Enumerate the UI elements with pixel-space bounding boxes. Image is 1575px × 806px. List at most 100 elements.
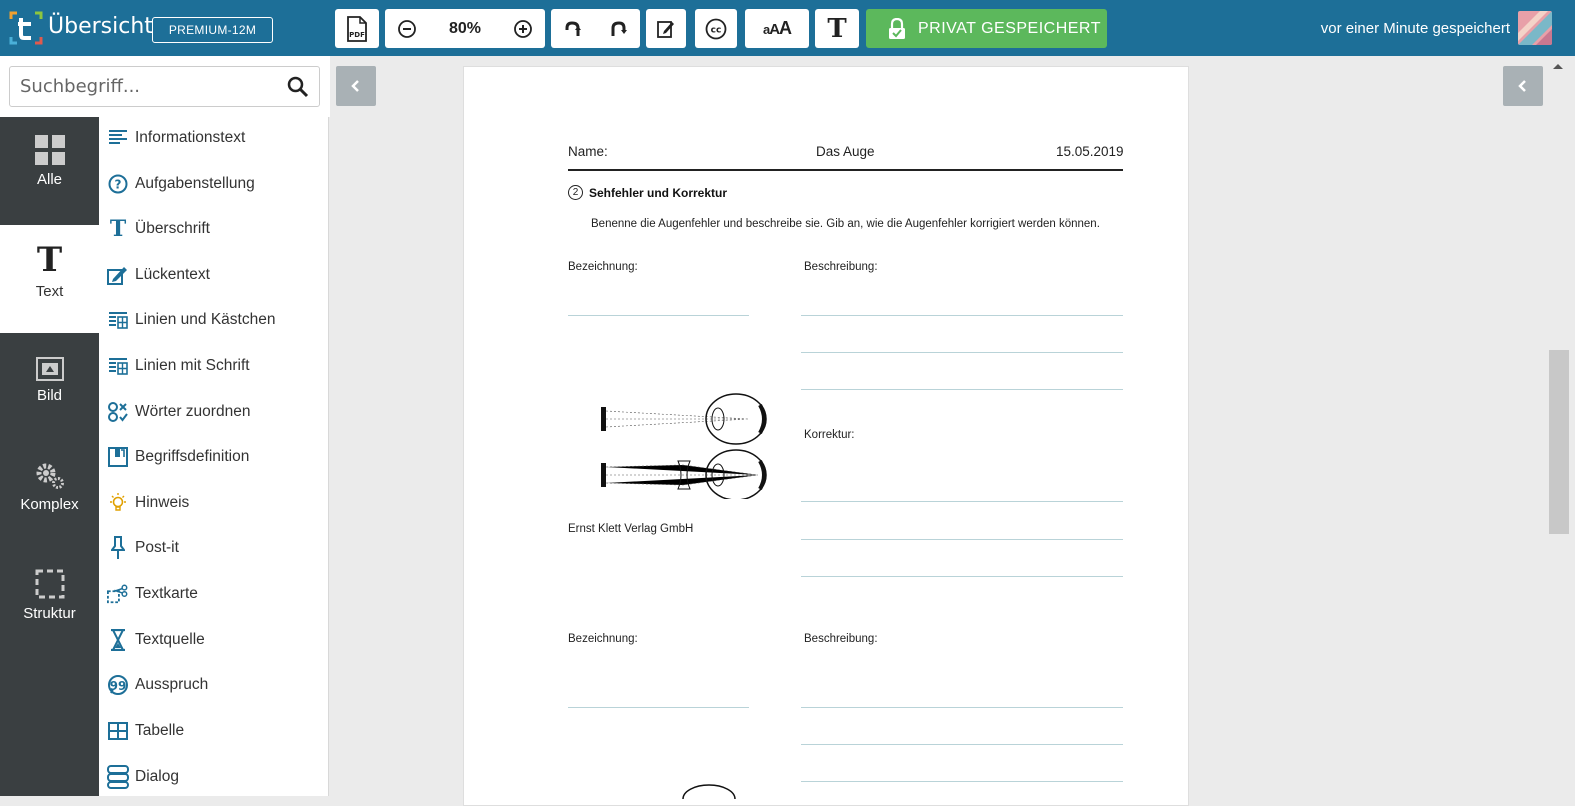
search-icon[interactable] [287,76,309,98]
top-bar: Übersicht PREMIUM-12M PDF 80% cc aAA T P… [0,0,1575,56]
edit-button[interactable] [646,9,686,48]
answer-line[interactable] [801,781,1123,782]
scroll-up-icon[interactable] [1552,62,1564,70]
answer-line[interactable] [568,315,749,316]
list-item-textquelle[interactable]: Textquelle [99,620,205,660]
table-icon [107,720,129,742]
worksheet-page: Name: Das Auge 15.05.2019 2 Sehfehler un… [463,66,1189,806]
list-item-textkarte[interactable]: Textkarte [99,574,198,614]
list-item-dialog[interactable]: Dialog [99,757,179,796]
answer-line[interactable] [801,576,1123,577]
list-item-label: Hinweis [135,494,190,511]
save-timestamp: vor einer Minute gespeichert [1320,20,1510,37]
list-item-label: Linien mit Schrift [135,357,250,374]
list-item-linien-mit-schrift[interactable]: Linien mit Schrift [99,346,250,386]
designation-label: Bezeichnung: [568,261,638,273]
image-icon [35,357,64,381]
undo-icon[interactable] [562,19,584,39]
cc-icon: cc [705,18,727,39]
collapse-right-button[interactable] [1503,66,1543,106]
definition-icon [107,446,129,468]
list-item-ausspruch[interactable]: 99 Ausspruch [99,665,208,705]
list-item-informationstext[interactable]: Informationstext [99,118,245,158]
list-item-label: Tabelle [135,722,185,739]
answer-line[interactable] [801,389,1123,390]
list-item-aufgabenstellung[interactable]: ? Aufgabenstellung [99,164,255,204]
list-item-label: Textquelle [135,631,205,648]
answer-line[interactable] [801,707,1123,708]
list-item-lueckentext[interactable]: Lückentext [99,255,210,295]
list-item-tabelle[interactable]: Tabelle [99,711,184,751]
list-item-label: Post-it [135,539,179,556]
list-item-woerter-zuordnen[interactable]: Wörter zuordnen [99,392,250,432]
worksheet-topic[interactable]: Das Auge [816,144,875,159]
element-list: Informationstext ? Aufgabenstellung T Üb… [99,117,329,796]
answer-line[interactable] [568,707,749,708]
pin-icon [107,536,129,559]
category-bild[interactable]: Bild [0,357,99,447]
category-text[interactable]: T Text [0,225,99,333]
svg-text:PDF: PDF [349,31,365,39]
search-panel [0,56,330,117]
worksheet-date[interactable]: 15.05.2019 [1056,144,1124,159]
list-item-label: Informationstext [135,129,246,146]
name-label[interactable]: Name: [568,144,608,159]
heading-icon: T [109,216,127,242]
task-title: Sehfehler und Korrektur [589,185,728,200]
category-label: Struktur [23,605,76,622]
pdf-button[interactable]: PDF [335,9,379,48]
answer-line[interactable] [801,539,1123,540]
designation-label: Bezeichnung: [568,633,638,645]
answer-line[interactable] [801,744,1123,745]
list-item-ueberschrift[interactable]: T Überschrift [99,209,210,249]
task-instruction[interactable]: Benenne die Augenfehler und beschreibe s… [591,218,1100,230]
font-size-button[interactable]: aAA [745,9,809,48]
scrollbar[interactable] [1548,56,1575,796]
scrollbar-thumb[interactable] [1549,350,1569,534]
chevron-left-icon [351,80,359,92]
text-icon: T [827,13,847,44]
redo-icon[interactable] [607,19,629,39]
description-label: Beschreibung: [804,261,878,273]
lock-icon [889,17,905,39]
zoom-in-icon[interactable] [513,19,533,39]
list-item-label: Ausspruch [135,676,209,693]
page-title[interactable]: Übersicht [48,14,153,39]
list-item-post-it[interactable]: Post-it [99,528,179,568]
search-input[interactable] [10,67,270,106]
zoom-control: 80% [385,9,545,48]
lines-script-icon [107,355,129,377]
category-struktur[interactable]: Struktur [0,569,99,659]
scissors-icon [107,583,129,605]
cc-button[interactable]: cc [695,9,737,48]
hourglass-icon [107,629,129,651]
text-icon: T [36,240,63,280]
list-item-linien-und-kaestchen[interactable]: Linien und Kästchen [99,300,275,340]
eye-diagram-image[interactable] [598,389,778,499]
zoom-level: 80% [448,19,482,37]
list-item-hinweis[interactable]: Hinweis [99,483,189,523]
answer-line[interactable] [801,315,1123,316]
answer-line[interactable] [801,501,1123,502]
text-button[interactable]: T [815,9,859,48]
avatar[interactable] [1518,11,1552,45]
answer-line[interactable] [801,352,1123,353]
quote-icon: 99 [107,674,129,696]
list-item-begriffsdefinition[interactable]: Begriffsdefinition [99,437,249,477]
category-label: Komplex [20,496,79,513]
search-box [9,66,320,107]
match-words-icon [107,401,129,423]
collapse-left-button[interactable] [336,66,376,106]
correction-label: Korrektur: [804,429,855,441]
category-sidebar: Alle T Text Bild Komplex Struktur [0,117,99,796]
save-status-button[interactable]: PRIVAT GESPEICHERT [866,9,1107,48]
zoom-out-icon[interactable] [397,19,417,39]
app-logo-icon[interactable] [9,11,43,45]
gears-icon [36,463,64,489]
info-text-icon [107,127,129,149]
category-komplex[interactable]: Komplex [0,462,99,552]
list-item-label: Aufgabenstellung [135,175,255,192]
lightbulb-icon [107,492,129,514]
task-heading[interactable]: 2 Sehfehler und Korrektur [568,185,727,200]
category-alle[interactable]: Alle [0,135,99,225]
